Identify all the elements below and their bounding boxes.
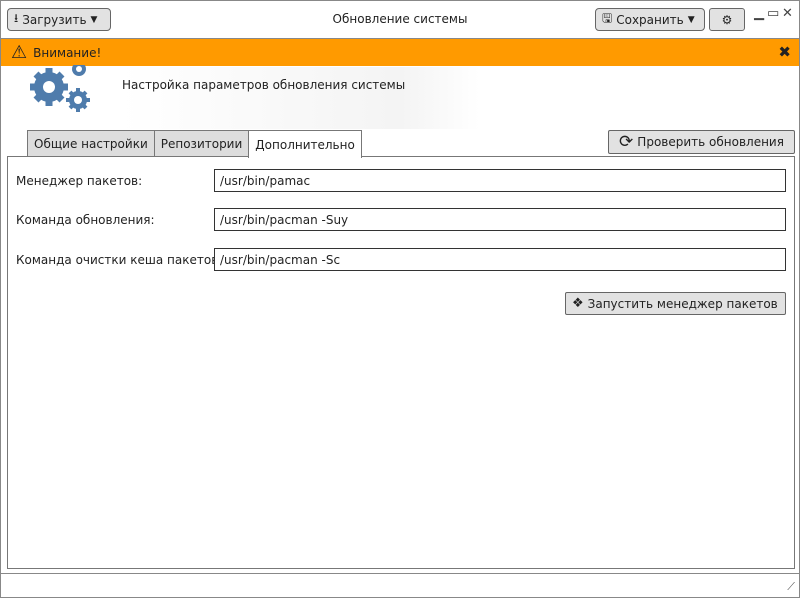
tab-bar: Общие настройки Репозитории Дополнительн… — [27, 130, 362, 158]
status-bar: ⟋ — [1, 573, 799, 597]
header-subtitle: Настройка параметров обновления системы — [122, 78, 406, 92]
maximize-button[interactable]: ▭ — [767, 6, 779, 21]
save-label: Сохранить — [616, 12, 684, 27]
dropbox-icon: ❖ — [572, 296, 584, 311]
gears-icon — [30, 65, 90, 112]
app-window: ⭳ Загрузить ▼ Обновление системы 🖫 Сохра… — [0, 0, 800, 598]
settings-button[interactable]: ⚙ — [709, 8, 745, 31]
alert-text: Внимание! — [33, 45, 102, 60]
launch-label: Запустить менеджер пакетов — [587, 296, 778, 311]
tab-repositories[interactable]: Репозитории — [153, 130, 250, 157]
check-updates-label: Проверить обновления — [637, 135, 784, 149]
update-command-input[interactable]: /usr/bin/pacman -Suy — [214, 208, 786, 231]
package-manager-label: Менеджер пакетов: — [16, 174, 143, 188]
update-command-label: Команда обновления: — [16, 213, 155, 227]
gear-icon: ⚙ — [721, 12, 733, 27]
close-button[interactable]: ✕ — [782, 6, 793, 21]
package-manager-input[interactable]: /usr/bin/pamac — [214, 169, 786, 192]
save-button[interactable]: 🖫 Сохранить ▼ — [595, 8, 705, 31]
clean-cache-input[interactable]: /usr/bin/pacman -Sc — [214, 248, 786, 271]
launch-package-manager-button[interactable]: ❖ Запустить менеджер пакетов — [565, 292, 786, 315]
tab-general[interactable]: Общие настройки — [27, 130, 155, 157]
warning-icon: ⚠ — [11, 42, 28, 63]
refresh-icon: ⟳ — [619, 132, 634, 152]
minimize-button[interactable]: ▁ — [754, 6, 764, 21]
chevron-down-icon: ▼ — [687, 14, 695, 25]
tab-advanced[interactable]: Дополнительно — [248, 130, 362, 158]
clean-cache-label: Команда очистки кеша пакетов: — [16, 253, 223, 267]
advanced-panel: Менеджер пакетов: /usr/bin/pamac Команда… — [7, 156, 795, 569]
check-updates-button[interactable]: ⟳ Проверить обновления — [608, 130, 795, 154]
close-alert-icon[interactable]: ✖ — [778, 43, 791, 61]
floppy-icon: 🖫 — [602, 11, 613, 25]
alert-bar: ⚠ Внимание! ✖ — [1, 38, 799, 66]
header-banner: Настройка параметров обновления системы — [1, 65, 799, 129]
resize-grip-icon[interactable]: ⟋ — [787, 580, 795, 594]
